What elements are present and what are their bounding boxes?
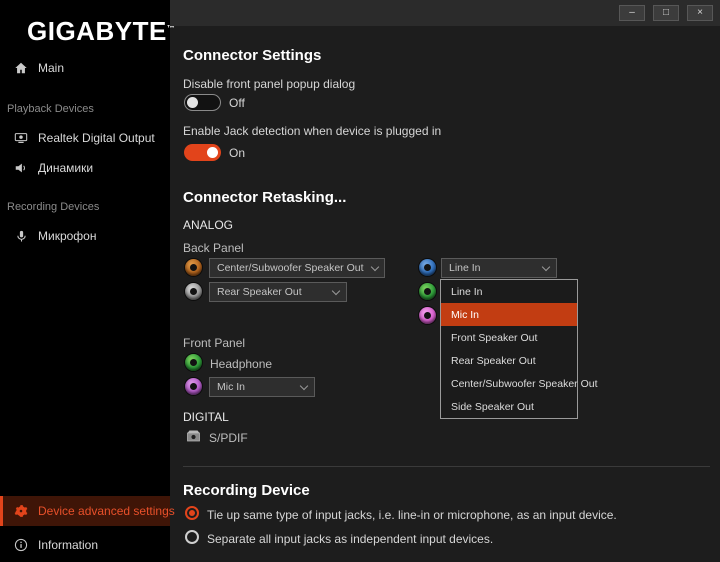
analog-header: ANALOG <box>183 218 234 232</box>
speaker-icon <box>13 160 29 176</box>
front-jack-green-icon <box>185 354 202 371</box>
chevron-down-icon <box>299 381 309 390</box>
close-button[interactable]: × <box>687 5 713 21</box>
back-jack-blue-icon <box>419 259 436 276</box>
digital-header: DIGITAL <box>183 410 229 424</box>
separate-jacks-label: Separate all input jacks as independent … <box>207 532 494 546</box>
menu-item-rear-speaker-out[interactable]: Rear Speaker Out <box>441 349 577 372</box>
titlebar: – □ × <box>170 0 720 26</box>
spdif-label: S/PDIF <box>209 431 248 445</box>
sidebar-item-label: Main <box>38 61 65 75</box>
sidebar-section-playback: Playback Devices <box>7 103 94 115</box>
back-jack2-dropdown[interactable]: Rear Speaker Out <box>209 282 347 302</box>
menu-item-mic-in[interactable]: Mic In <box>441 303 577 326</box>
back-jack1-dropdown[interactable]: Center/Subwoofer Speaker Out <box>209 258 385 278</box>
jack-detection-toggle[interactable] <box>184 144 221 161</box>
logo-text: GIGABYTE <box>27 16 167 46</box>
jack-detection-state: On <box>229 146 246 160</box>
menu-item-center-subwoofer-speaker-out[interactable]: Center/Subwoofer Speaker Out <box>441 372 598 395</box>
digital-output-icon <box>13 130 29 146</box>
sidebar-item-label: Device advanced settings <box>38 504 175 518</box>
microphone-icon <box>13 228 29 244</box>
popup-dialog-label: Disable front panel popup dialog <box>183 77 356 91</box>
back-jack2-value: Rear Speaker Out <box>217 286 302 298</box>
gear-icon <box>13 503 29 519</box>
sidebar-item-device-advanced-settings[interactable]: Device advanced settings <box>0 496 175 526</box>
sidebar-item-label: Динамики <box>38 161 94 175</box>
menu-item-line-in[interactable]: Line In <box>441 280 577 303</box>
front-mic-value: Mic In <box>217 381 246 393</box>
chevron-down-icon <box>541 262 551 271</box>
sidebar-item-speakers[interactable]: Динамики <box>0 153 170 183</box>
tie-jacks-label: Tie up same type of input jacks, i.e. li… <box>207 508 617 522</box>
sidebar-item-label: Realtek Digital Output <box>38 131 155 145</box>
spdif-port-icon <box>185 428 202 444</box>
sidebar-item-realtek-digital-output[interactable]: Realtek Digital Output <box>0 123 170 153</box>
sidebar-item-label: Information <box>38 538 99 552</box>
sidebar-item-label: Микрофон <box>38 229 97 243</box>
section-divider <box>183 466 710 467</box>
separate-jacks-radio[interactable] <box>185 530 199 544</box>
tie-jacks-radio[interactable] <box>185 506 199 520</box>
minimize-button[interactable]: – <box>619 5 645 21</box>
back-jack3-dropdown[interactable]: Line In <box>441 258 557 278</box>
back-jack-pink-icon <box>419 307 436 324</box>
popup-dialog-toggle[interactable] <box>184 94 221 111</box>
back-jack-gray-icon <box>185 283 202 300</box>
back-jack3-value: Line In <box>449 262 481 274</box>
back-panel-label: Back Panel <box>183 241 244 255</box>
sidebar-item-main[interactable]: Main <box>0 53 170 83</box>
sidebar-item-information[interactable]: Information <box>0 530 170 560</box>
back-jack-green-icon <box>419 283 436 300</box>
sidebar: GIGABYTE™ Main Playback Devices Realtek … <box>0 0 175 562</box>
home-icon <box>13 60 29 76</box>
gigabyte-logo: GIGABYTE™ <box>27 16 175 47</box>
jack-detection-label: Enable Jack detection when device is plu… <box>183 124 442 138</box>
chevron-down-icon <box>331 286 341 295</box>
maximize-button[interactable]: □ <box>653 5 679 21</box>
recording-device-title: Recording Device <box>183 482 310 499</box>
menu-item-front-speaker-out[interactable]: Front Speaker Out <box>441 326 577 349</box>
popup-dialog-state: Off <box>229 96 245 110</box>
app-window: GIGABYTE™ Main Playback Devices Realtek … <box>0 0 720 562</box>
front-jack-purple-icon <box>185 378 202 395</box>
chevron-down-icon <box>370 262 379 271</box>
headphone-label: Headphone <box>210 357 273 371</box>
connector-retasking-title: Connector Retasking... <box>183 189 347 206</box>
back-jack1-value: Center/Subwoofer Speaker Out <box>217 262 364 274</box>
sidebar-section-recording: Recording Devices <box>7 201 100 213</box>
connector-settings-title: Connector Settings <box>183 47 322 64</box>
sidebar-item-microphone[interactable]: Микрофон <box>0 221 170 251</box>
menu-item-side-speaker-out[interactable]: Side Speaker Out <box>441 395 577 418</box>
info-icon <box>13 537 29 553</box>
retask-dropdown-menu: Line In Mic In Front Speaker Out Rear Sp… <box>440 279 598 419</box>
front-mic-dropdown[interactable]: Mic In <box>209 377 315 397</box>
front-panel-label: Front Panel <box>183 336 246 350</box>
back-jack-orange-icon <box>185 259 202 276</box>
